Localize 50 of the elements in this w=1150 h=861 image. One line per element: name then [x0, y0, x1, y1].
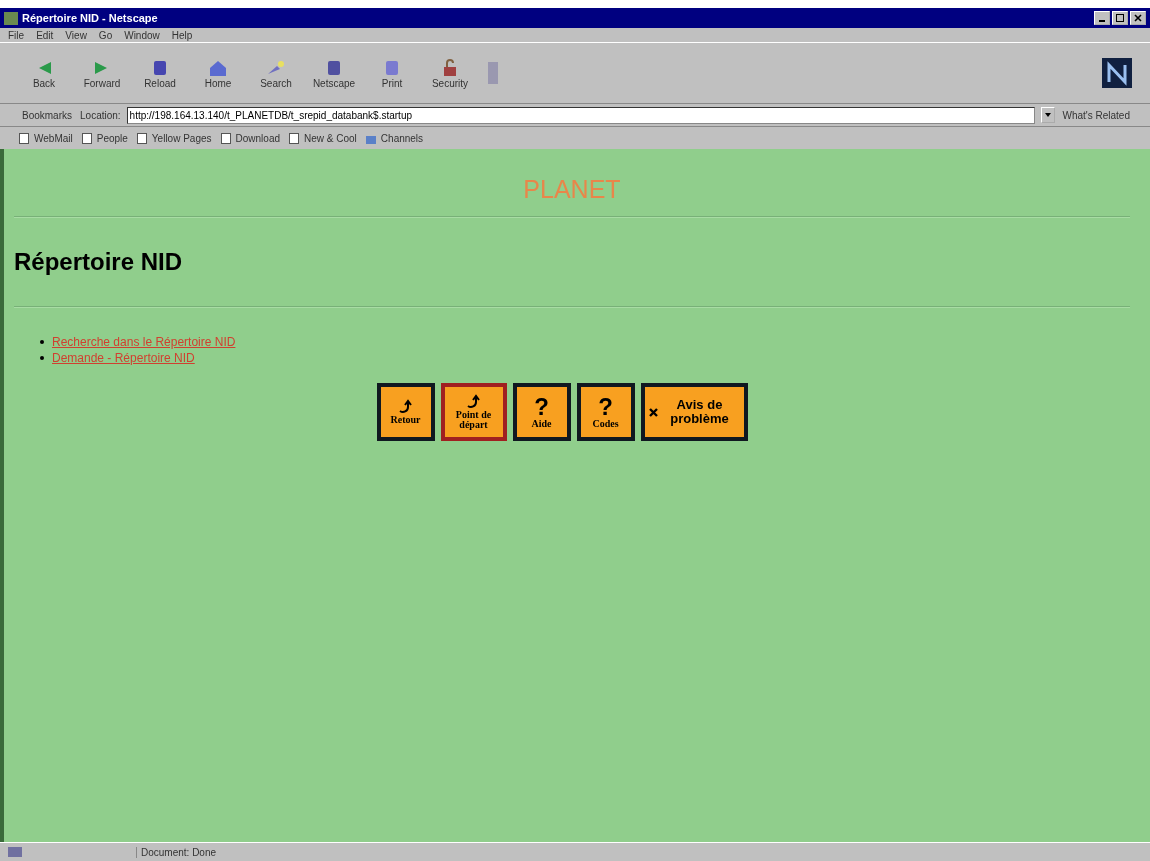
dropdown-button[interactable]	[1040, 107, 1055, 123]
app-icon	[4, 11, 18, 25]
url-field[interactable]: http://198.164.13.140/t_PLANETDB/t_srepid_databank$.startup	[126, 106, 1035, 124]
site-title: PLANET	[522, 175, 622, 204]
nav-button[interactable]: Point de départ	[440, 383, 507, 441]
maximize-button[interactable]	[1112, 11, 1128, 25]
page-icon	[219, 132, 232, 144]
status-text: Document: Done	[136, 846, 217, 858]
caret-icon	[1044, 113, 1051, 117]
bullet-icon	[40, 356, 44, 360]
nav-button[interactable]: Retour	[376, 383, 435, 441]
menu-item[interactable]: File	[8, 29, 25, 41]
close-button[interactable]	[1130, 11, 1146, 25]
toolbar-button[interactable]: Print	[366, 57, 418, 89]
nav-button[interactable]: ? Aide	[512, 383, 571, 441]
menu-item[interactable]: View	[65, 29, 87, 41]
nav-button[interactable]: ? Codes	[576, 383, 635, 441]
bookmark-button[interactable]: Channels	[364, 132, 424, 144]
minimize-button[interactable]	[1094, 11, 1110, 25]
page-icon	[135, 132, 148, 144]
toolbar-button[interactable]: Search	[250, 57, 302, 89]
page-icon	[288, 132, 301, 144]
page-icon	[80, 132, 93, 144]
window-title: Répertoire NID - Netscape	[22, 12, 159, 24]
maximize-icon	[1116, 14, 1124, 22]
toolbar-button[interactable]: Security	[424, 57, 476, 89]
bookmark-button[interactable]: New & Cool	[288, 132, 357, 144]
cross-icon	[648, 407, 658, 417]
bookmark-button[interactable]: WebMail	[18, 132, 73, 144]
location-label: Location:	[80, 109, 121, 121]
toolbar-button[interactable]: Reload	[134, 57, 186, 89]
menu-item[interactable]: Window	[124, 29, 160, 41]
bookmark-button[interactable]: Yellow Pages	[135, 132, 212, 144]
toolbar-button[interactable]: Home	[192, 57, 244, 89]
menu-item[interactable]: Go	[98, 29, 113, 41]
toolbar-button[interactable]: Forward	[76, 57, 128, 89]
page-heading: Répertoire NID	[14, 248, 184, 276]
bookmark-button[interactable]: People	[80, 132, 128, 144]
close-icon	[1134, 14, 1142, 22]
toolbar-button[interactable]: Back	[18, 57, 70, 89]
whats-related-button[interactable]: What's Related	[1060, 109, 1132, 121]
bookmark-button[interactable]: Download	[219, 132, 281, 144]
menu-item[interactable]: Edit	[36, 29, 54, 41]
menu-item[interactable]: Help	[171, 29, 193, 41]
logo-icon	[1102, 58, 1132, 88]
nav-button[interactable]: Avis de problème	[640, 383, 748, 441]
bookmarks-button[interactable]: Bookmarks	[20, 109, 74, 121]
page-icon	[18, 132, 30, 144]
toolbar-button[interactable]: Netscape	[308, 57, 360, 89]
bullet-icon	[40, 340, 44, 344]
